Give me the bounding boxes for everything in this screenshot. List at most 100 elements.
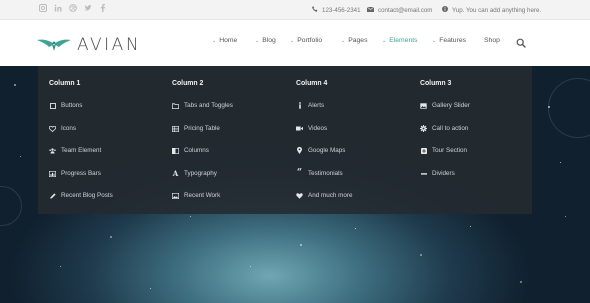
nav-item-portfolio[interactable]: ⌄ Portfolio (290, 37, 322, 44)
nav-label: Portfolio (297, 37, 323, 44)
main-nav: ⌄ Home ⌄ Blog ⌄ Portfolio ⌄ Pages ⌄ Elem… (0, 37, 590, 51)
tagline-contact: Yup. You can add anything here. (442, 0, 541, 20)
menu-item-videos[interactable]: Videos (296, 125, 327, 132)
social-links (39, 4, 107, 12)
star (150, 288, 151, 289)
column-title: Column 1 (49, 80, 81, 87)
elements-mega-menu: Column 1 Buttons Icons Team Element Prog… (38, 66, 532, 214)
gear-icon (420, 125, 427, 132)
menu-item-label: Call to action (432, 125, 469, 132)
star (548, 106, 550, 108)
menu-item-label: Google Maps (308, 147, 346, 154)
menu-item-typography[interactable]: A Typography (172, 169, 217, 178)
phone-number: 123-456-2341 (322, 6, 361, 14)
nav-label: Blog (262, 37, 276, 44)
map-marker-icon (296, 147, 303, 154)
chevron-down-icon: ⌄ (382, 37, 387, 44)
nav-item-pages[interactable]: ⌄ Pages (341, 37, 367, 44)
image-icon (172, 192, 179, 199)
menu-item-label: Testimonials (308, 170, 343, 177)
chevron-down-icon: ⌄ (212, 37, 217, 44)
menu-item-call-to-action[interactable]: Call to action (420, 125, 468, 132)
columns-icon (172, 147, 179, 154)
star (420, 254, 422, 256)
nav-item-blog[interactable]: ⌄ Blog (255, 37, 276, 44)
linkedin-icon[interactable] (54, 4, 62, 12)
star (250, 266, 251, 267)
menu-item-columns[interactable]: Columns (172, 147, 209, 154)
bar-chart-icon (49, 170, 56, 177)
info-icon (296, 102, 303, 109)
minus-icon (420, 170, 427, 177)
tagline-text: Yup. You can add anything here. (452, 6, 542, 14)
menu-item-recent-work[interactable]: Recent Work (172, 192, 220, 199)
menu-item-label: Tour Section (432, 147, 468, 154)
plus-square-icon (420, 147, 427, 154)
menu-item-label: Team Element (61, 147, 102, 154)
menu-item-google-maps[interactable]: Google Maps (296, 147, 345, 154)
star (20, 156, 21, 157)
nav-item-home[interactable]: ⌄ Home (212, 37, 237, 44)
decorative-orb (548, 78, 590, 138)
chevron-down-icon: ⌄ (432, 37, 437, 44)
menu-item-recent-blog-posts[interactable]: Recent Blog Posts (49, 192, 113, 199)
star (355, 228, 356, 229)
nav-item-features[interactable]: ⌄ Features (432, 37, 466, 44)
decorative-orb (0, 186, 22, 226)
menu-item-label: Progress Bars (61, 170, 101, 177)
chevron-down-icon: ⌄ (341, 37, 346, 44)
video-icon (296, 125, 303, 132)
menu-item-label: Gallery Slider (432, 102, 470, 109)
nav-item-shop[interactable]: Shop (484, 37, 500, 44)
dribbble-icon[interactable] (69, 4, 77, 12)
nav-label: Pages (348, 37, 368, 44)
menu-item-testimonials[interactable]: “ Testimonials (296, 168, 343, 178)
menu-item-tabs-and-toggles[interactable]: Tabs and Toggles (172, 102, 233, 109)
users-icon (49, 147, 56, 154)
facebook-icon[interactable] (99, 4, 107, 12)
menu-item-and-much-more[interactable]: And much more (296, 192, 352, 199)
nav-item-elements[interactable]: ⌄ Elements (382, 37, 418, 44)
column-title: Column 4 (296, 80, 328, 87)
star (190, 216, 191, 217)
menu-item-team-element[interactable]: Team Element (49, 147, 101, 154)
menu-item-label: Buttons (61, 102, 83, 109)
table-icon (172, 125, 179, 132)
star (300, 244, 302, 246)
site-header: AVIAN ⌄ Home ⌄ Blog ⌄ Portfolio ⌄ Pages … (0, 20, 590, 66)
star (470, 226, 471, 227)
info-circle-icon (442, 6, 448, 14)
pencil-icon (49, 192, 56, 199)
menu-item-label: And much more (308, 192, 353, 199)
menu-item-label: Recent Blog Posts (61, 192, 113, 199)
column-title: Column 2 (172, 80, 204, 87)
menu-item-buttons[interactable]: Buttons (49, 102, 82, 109)
star (14, 84, 16, 86)
square-icon (49, 102, 56, 109)
menu-item-alerts[interactable]: Alerts (296, 102, 324, 109)
menu-item-progress-bars[interactable]: Progress Bars (49, 170, 101, 177)
menu-item-dividers[interactable]: Dividers (420, 170, 455, 177)
nav-label: Elements (389, 37, 418, 44)
nav-label: Features (439, 37, 467, 44)
menu-item-tour-section[interactable]: Tour Section (420, 147, 467, 154)
phone-contact: 123-456-2341 (312, 0, 361, 20)
menu-item-gallery-slider[interactable]: Gallery Slider (420, 102, 470, 109)
quote-icon: “ (296, 168, 303, 178)
search-icon[interactable] (516, 38, 526, 48)
font-icon: A (172, 169, 179, 178)
menu-item-pricing-table[interactable]: Pricing Table (172, 125, 220, 132)
menu-item-label: Typography (184, 170, 217, 177)
menu-item-label: Tabs and Toggles (184, 102, 233, 109)
star (560, 162, 561, 163)
menu-item-icons[interactable]: Icons (49, 125, 76, 132)
menu-item-label: Pricing Table (184, 125, 220, 132)
top-bar: 123-456-2341 contact@email.com Yup. You … (0, 0, 590, 20)
email-link[interactable]: contact@email.com (378, 7, 432, 14)
instagram-icon[interactable] (39, 4, 47, 12)
menu-item-label: Icons (61, 125, 77, 132)
star (110, 236, 112, 238)
heart-icon (296, 192, 303, 199)
heart-icon (49, 125, 56, 132)
twitter-icon[interactable] (84, 4, 92, 12)
